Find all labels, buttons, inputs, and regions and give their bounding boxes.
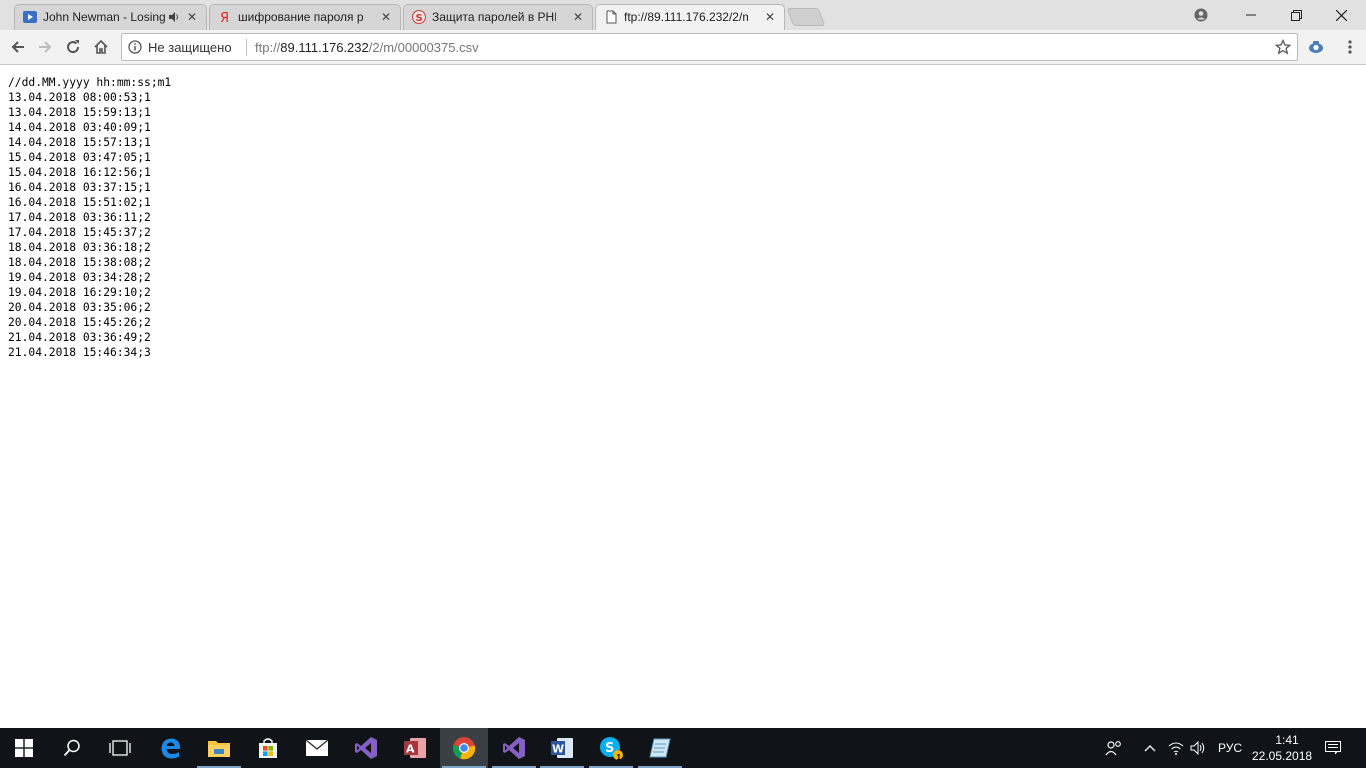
csv-line: 14.04.2018 15:57:13;1 — [8, 136, 151, 149]
csv-line: 18.04.2018 03:36:18;2 — [8, 241, 151, 254]
clock-date[interactable]: 22.05.2018 — [1252, 749, 1312, 763]
browser-toolbar: Не защищено ftp://89.111.176.232/2/m/000… — [0, 30, 1366, 65]
csv-line: 13.04.2018 15:59:13;1 — [8, 106, 151, 119]
minimize-button[interactable] — [1228, 0, 1274, 30]
csv-line: 19.04.2018 16:29:10;2 — [8, 286, 151, 299]
document-icon — [604, 10, 618, 24]
store-icon[interactable] — [244, 728, 292, 768]
csv-line: 13.04.2018 08:00:53;1 — [8, 91, 151, 104]
tab-title: John Newman - Losing Sleep — [43, 10, 170, 24]
word-icon[interactable]: W — [538, 728, 586, 768]
file-explorer-icon[interactable] — [195, 728, 243, 768]
action-center-icon[interactable] — [1318, 728, 1348, 768]
reload-button[interactable] — [60, 34, 86, 60]
chevron-up-icon[interactable] — [1138, 728, 1162, 768]
info-icon[interactable] — [128, 40, 142, 54]
csv-line: 20.04.2018 15:45:26;2 — [8, 316, 151, 329]
bookmark-star-icon[interactable] — [1274, 38, 1292, 55]
start-icon[interactable] — [0, 728, 48, 768]
profile-icon[interactable] — [1178, 0, 1224, 30]
notification-badge: 1 — [616, 753, 621, 762]
youtube-play-icon — [23, 10, 37, 24]
access-icon[interactable]: A — [391, 728, 439, 768]
home-button[interactable] — [88, 34, 114, 60]
file-content-area: //dd.MM.yyyy hh:mm:ss;m1 13.04.2018 08:00… — [0, 66, 1366, 728]
address-bar[interactable]: Не защищено ftp://89.111.176.232/2/m/000… — [121, 33, 1298, 61]
svg-text:Я: Я — [220, 11, 229, 24]
tab-strip: John Newman - Losing Sleep ✕ Я шифровани… — [0, 0, 1366, 30]
close-icon[interactable]: ✕ — [380, 11, 392, 23]
csv-line: 21.04.2018 15:46:34;3 — [8, 346, 151, 359]
mail-icon[interactable] — [293, 728, 341, 768]
clock-time[interactable]: 1:41 — [1269, 733, 1305, 747]
csv-line: 16.04.2018 15:51:02;1 — [8, 196, 151, 209]
tab-title: шифрование пароля php — [238, 10, 364, 24]
csv-line: 14.04.2018 03:40:09;1 — [8, 121, 151, 134]
svg-text:S: S — [416, 13, 423, 24]
svg-text:S: S — [605, 741, 614, 756]
search-icon[interactable] — [48, 728, 96, 768]
yandex-icon: Я — [218, 10, 232, 26]
people-icon[interactable] — [1092, 728, 1136, 768]
csv-line: 21.04.2018 03:36:49;2 — [8, 331, 151, 344]
csv-line: 20.04.2018 03:35:06;2 — [8, 301, 151, 314]
task-view-icon[interactable] — [96, 728, 144, 768]
csv-line: 16.04.2018 03:37:15;1 — [8, 181, 151, 194]
tab-ftp-file[interactable]: ftp://89.111.176.232/2/m/00000375.csv ✕ — [595, 4, 785, 30]
csv-line: 19.04.2018 03:34:28;2 — [8, 271, 151, 284]
tab-password-php[interactable]: S Защита паролей в PHP | ✕ — [403, 4, 593, 30]
volume-icon[interactable] — [1186, 728, 1210, 768]
close-icon[interactable]: ✕ — [572, 11, 584, 23]
tab-yandex[interactable]: Я шифрование пароля php ✕ — [209, 4, 401, 30]
url-text[interactable]: ftp://89.111.176.232/2/m/00000375.csv — [255, 40, 479, 55]
svg-text:W: W — [552, 743, 564, 756]
language-indicator[interactable]: РУС — [1218, 741, 1242, 755]
svg-text:A: A — [406, 743, 415, 756]
csv-line: 15.04.2018 16:12:56;1 — [8, 166, 151, 179]
tab-title: ftp://89.111.176.232/2/m/00000375.csv — [624, 10, 748, 24]
csv-line: 15.04.2018 03:47:05;1 — [8, 151, 151, 164]
speaker-icon[interactable] — [168, 11, 180, 23]
close-window-button[interactable] — [1318, 0, 1364, 30]
new-tab-button[interactable] — [786, 8, 826, 26]
csv-line: 17.04.2018 03:36:11;2 — [8, 211, 151, 224]
csv-line: //dd.MM.yyyy hh:mm:ss;m1 — [8, 76, 172, 89]
divider — [246, 39, 247, 56]
wifi-icon[interactable] — [1164, 728, 1188, 768]
extension-icon[interactable] — [1303, 34, 1329, 60]
close-icon[interactable]: ✕ — [764, 11, 776, 23]
csv-line: 18.04.2018 15:38:08;2 — [8, 256, 151, 269]
restore-button[interactable] — [1273, 0, 1319, 30]
tab-youtube[interactable]: John Newman - Losing Sleep ✕ — [14, 4, 207, 30]
visual-studio-icon[interactable] — [490, 728, 538, 768]
chrome-icon[interactable] — [440, 728, 488, 768]
windows-taskbar: A W S 1 РУС 1:41 22.05.2018 — [0, 728, 1366, 768]
edge-icon[interactable] — [147, 728, 195, 768]
tab-title: Защита паролей в PHP | — [432, 10, 556, 24]
notepad-icon[interactable] — [636, 728, 684, 768]
url-host: 89.111.176.232 — [280, 40, 369, 55]
back-button[interactable] — [5, 34, 31, 60]
forward-button[interactable] — [32, 34, 58, 60]
close-icon[interactable]: ✕ — [186, 11, 198, 23]
csv-text: //dd.MM.yyyy hh:mm:ss;m1 13.04.2018 08:00… — [8, 75, 171, 360]
skype-icon[interactable]: S 1 — [587, 728, 635, 768]
url-scheme: ftp:// — [255, 40, 281, 55]
visual-studio-icon[interactable] — [342, 728, 390, 768]
site-s-icon: S — [412, 10, 426, 24]
menu-kebab-icon[interactable] — [1337, 34, 1363, 60]
security-label[interactable]: Не защищено — [148, 40, 232, 55]
csv-line: 17.04.2018 15:45:37;2 — [8, 226, 151, 239]
url-path: /2/m/00000375.csv — [368, 40, 479, 55]
